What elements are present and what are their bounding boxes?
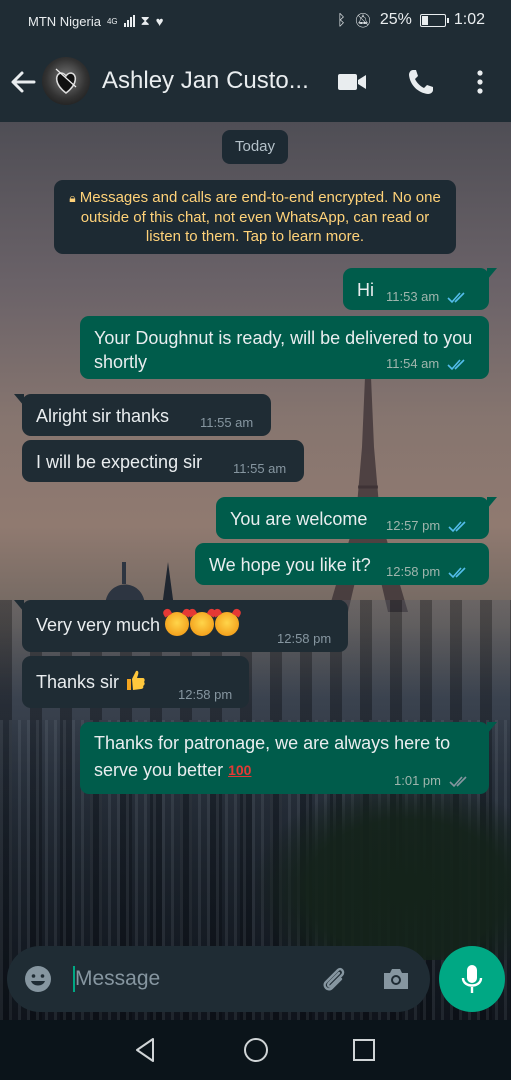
message-text: I will be expecting sir: [36, 452, 203, 472]
date-chip: Today: [222, 130, 289, 164]
carrier-label: MTN Nigeria: [28, 13, 101, 29]
camera-icon[interactable]: [380, 963, 412, 995]
more-options-icon[interactable]: [464, 66, 496, 98]
smiling-face-with-hearts-icon: [215, 612, 240, 636]
video-call-icon[interactable]: [336, 66, 368, 98]
message-bubble-outgoing[interactable]: Thanks for patronage, we are always here…: [80, 722, 497, 794]
message-time: 1:01 pm: [394, 773, 441, 788]
message-time: 12:57 pm: [386, 518, 441, 533]
message-bubble-incoming[interactable]: I will be expecting sir 11:55 am: [22, 440, 304, 482]
heart-icon: [55, 68, 77, 94]
hundred-points-icon: 100: [228, 762, 252, 778]
lock-icon: 🔒︎: [69, 191, 76, 205]
message-bubble-outgoing[interactable]: We hope you like it? 12:58 pm: [195, 543, 489, 585]
message-bubble-incoming[interactable]: Very very much 12:58 pm: [14, 600, 348, 652]
message-time: 12:58 pm: [277, 631, 332, 646]
battery-percent: 25%: [379, 11, 412, 28]
back-arrow-icon[interactable]: [8, 64, 38, 100]
message-composer[interactable]: Message: [7, 946, 430, 1012]
message-text: Thanks sir: [36, 672, 120, 692]
message-bubble-incoming[interactable]: Thanks sir 12:58 pm: [22, 656, 249, 708]
heart-icon: ♥: [155, 13, 164, 29]
message-text: Very very much: [36, 615, 161, 635]
thumbs-up-icon: [127, 670, 145, 690]
attach-icon[interactable]: [318, 964, 350, 996]
message-time: 11:53 am: [386, 289, 440, 304]
message-text: Hi: [357, 280, 374, 300]
message-bubble-outgoing[interactable]: Hi 11:53 am: [343, 268, 497, 310]
nav-back-icon[interactable]: [131, 1035, 161, 1065]
double-tick-read-icon: [447, 358, 465, 370]
smiling-face-with-hearts-icon: [165, 612, 190, 636]
nav-home-icon[interactable]: [241, 1035, 271, 1065]
message-bubble-outgoing[interactable]: Your Doughnut is ready, will be delivere…: [80, 316, 489, 379]
microphone-icon: [461, 965, 483, 993]
message-time: 12:58 pm: [178, 687, 233, 702]
contact-name[interactable]: Ashley Jan Custo...: [102, 67, 327, 95]
status-bar: MTN Nigeria 4G ⧗ ♥ ᛒ 🔕︎ 25% 1:02: [0, 0, 511, 42]
emoji-icon[interactable]: [23, 964, 53, 994]
double-tick-read-icon: [448, 566, 466, 578]
message-text: Alright sir thanks: [36, 406, 170, 426]
voice-call-icon[interactable]: [405, 66, 437, 98]
smiling-face-with-hearts-icon: [190, 612, 215, 636]
nav-recents-icon[interactable]: [349, 1035, 379, 1065]
message-time: 12:58 pm: [386, 564, 441, 579]
message-bubble-outgoing[interactable]: You are welcome 12:57 pm: [216, 497, 497, 539]
message-time: 11:54 am: [386, 356, 440, 371]
dome-wallpaper: [105, 562, 174, 607]
network-type-label: 4G: [106, 16, 118, 26]
contact-avatar[interactable]: [42, 57, 90, 105]
message-text: You are welcome: [230, 509, 368, 529]
mute-icon: 🔕︎: [354, 11, 372, 28]
encryption-notice-text: Messages and calls are end-to-end encryp…: [79, 189, 441, 245]
message-time: 11:55 am: [233, 461, 287, 476]
system-navigation-bar: [0, 1020, 511, 1080]
double-tick-read-icon: [448, 520, 466, 532]
signal-icon: [123, 15, 135, 27]
double-tick-delivered-icon: [449, 775, 467, 787]
message-text: We hope you like it?: [209, 555, 371, 575]
hourglass-icon: ⧗: [140, 13, 150, 28]
battery-icon: [419, 13, 449, 27]
message-input[interactable]: Message: [75, 967, 160, 991]
message-time: 11:55 am: [200, 415, 254, 430]
clock: 1:02: [453, 11, 485, 28]
message-bubble-incoming[interactable]: Alright sir thanks 11:55 am: [14, 394, 271, 436]
chat-header: Ashley Jan Custo...: [0, 42, 511, 122]
bluetooth-icon: ᛒ: [337, 11, 347, 29]
double-tick-read-icon: [447, 291, 465, 303]
encryption-notice[interactable]: 🔒︎ Messages and calls are end-to-end enc…: [54, 180, 456, 254]
chat-area[interactable]: Today 🔒︎ Messages and calls are end-to-e…: [0, 122, 511, 1020]
voice-record-button[interactable]: [439, 946, 505, 1012]
